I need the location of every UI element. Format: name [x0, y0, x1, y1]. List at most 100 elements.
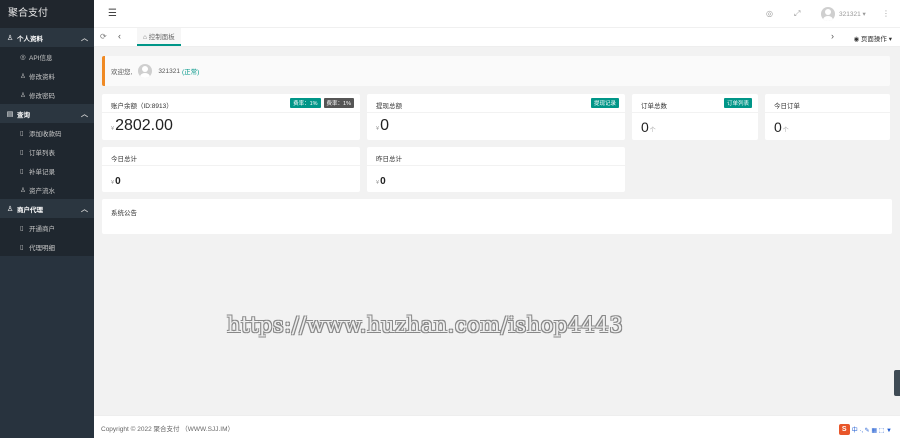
chevron-up-icon: ︿	[81, 110, 88, 118]
theme-icon[interactable]: ◎	[766, 9, 773, 18]
page-operations-dropdown[interactable]: ◉ 页面操作 ▾	[853, 33, 892, 43]
avatar[interactable]	[821, 7, 835, 21]
divider	[102, 165, 360, 166]
card-title: 今日总计	[111, 156, 137, 163]
user-icon: ♙	[20, 91, 26, 99]
divider	[632, 112, 758, 113]
side-panel-handle[interactable]	[894, 370, 900, 396]
currency-symbol: ¥	[376, 180, 380, 186]
sidebar-group-merchant-agent[interactable]: ♙ 商户代理 ︿	[0, 199, 94, 218]
sidebar-item-api-info[interactable]: ◎ API信息	[0, 47, 94, 66]
today-income-value: 0	[115, 176, 121, 187]
more-icon[interactable]: ⋮	[882, 9, 890, 18]
chevron-left-icon[interactable]: ‹	[118, 31, 121, 41]
ime-toolbar[interactable]: S 中 ·, ✎ ▦ ⬚ ▼	[838, 424, 892, 435]
sidebar-item-asset-flow[interactable]: ♙ 资产流水	[0, 180, 94, 199]
file-icon: ▯	[20, 224, 24, 232]
card-title: 订单总数	[641, 103, 667, 110]
order-list-button[interactable]: 订单列表	[723, 98, 752, 108]
divider	[367, 112, 625, 113]
sidebar-group-profile[interactable]: ♙ 个人资料 ︿	[0, 28, 94, 47]
sidebar-group-query[interactable]: ▤ 查询 ︿	[0, 104, 94, 123]
api-icon: ◎	[20, 53, 26, 61]
withdraw-records-button[interactable]: 提现记录	[590, 98, 619, 108]
footer: Copyright © 2022 聚合支付 （WWW.SJJ.IM） S 中 ·…	[94, 415, 900, 438]
avatar	[138, 64, 153, 78]
welcome-greeting: 欢迎您,	[111, 69, 133, 76]
file-icon: ▯	[20, 129, 24, 137]
orders-today-card: 今日订单 0 个	[765, 94, 890, 140]
balance-card: 账户余额（ID:8913） 费率：1% 费率：1% ¥ 2802.00	[102, 94, 360, 140]
sidebar-item-label: 开通商户	[29, 225, 55, 233]
sidebar-item-agent-detail[interactable]: ▯ 代理明细	[0, 237, 94, 256]
sidebar-item-label: 补单记录	[29, 168, 55, 176]
today-income-card: 今日总计 ¥ 0	[102, 147, 360, 192]
orders-total-value: 0	[641, 119, 649, 135]
sidebar: 聚合支付 ♙ 个人资料 ︿ ◎ API信息 ♙ 修改资料 ♙ 修改密码 ▤ 查询 ︿ …	[0, 0, 94, 438]
sidebar-group-label: 个人资料	[17, 35, 43, 43]
withdraw-value: 0	[380, 117, 389, 134]
system-notice-card: 系统公告	[102, 199, 892, 234]
card-title: 今日订单	[774, 103, 800, 110]
orders-total-card: 订单总数 订单列表 0 个	[632, 94, 758, 140]
user-icon: ♙	[6, 34, 14, 42]
sidebar-item-label: 添加收款码	[29, 130, 62, 138]
topbar: ☰ ◎ ⤢ 321321 ▾ ⋮	[94, 0, 900, 28]
ime-logo-icon[interactable]: S	[838, 424, 850, 435]
divider	[765, 112, 890, 113]
user-menu[interactable]: 321321 ▾	[839, 10, 866, 18]
file-icon: ▯	[20, 243, 24, 251]
status-badge: (正常)	[182, 69, 200, 76]
ime-controls[interactable]: 中 ·, ✎ ▦ ⬚ ▼	[852, 425, 892, 434]
sidebar-group-label: 查询	[17, 111, 30, 119]
sidebar-item-label: 代理明细	[29, 244, 55, 252]
unit-label: 个	[649, 128, 656, 134]
divider	[102, 112, 360, 113]
rate-badge: 费率：1%	[323, 98, 354, 108]
fullscreen-icon[interactable]: ⤢	[794, 9, 800, 19]
yesterday-income-card: 昨日总计 ¥ 0	[367, 147, 625, 192]
card-title: 昨日总计	[376, 156, 402, 163]
unit-label: 个	[782, 128, 789, 134]
tab-home[interactable]: ⌂ 控制面板	[137, 28, 181, 46]
user-icon: ♙	[6, 205, 14, 213]
copyright-text: Copyright © 2022 聚合支付 （WWW.SJJ.IM）	[101, 426, 235, 433]
file-icon: ▯	[20, 148, 24, 156]
file-icon: ▯	[20, 167, 24, 175]
currency-symbol: ¥	[376, 126, 380, 132]
welcome-username: 321321	[158, 67, 181, 75]
withdraw-card: 提现总额 提现记录 ¥ 0	[367, 94, 625, 140]
currency-symbol: ¥	[111, 126, 115, 132]
sidebar-item-order-list[interactable]: ▯ 订单列表	[0, 142, 94, 161]
sidebar-item-add-qrcode[interactable]: ▯ 添加收款码	[0, 123, 94, 142]
file-icon: ▤	[6, 110, 14, 118]
user-icon: ♙	[20, 186, 26, 194]
chevron-right-icon[interactable]: ›	[831, 31, 834, 41]
sidebar-item-label: 修改密码	[29, 92, 55, 100]
app-logo[interactable]: 聚合支付	[0, 0, 94, 28]
card-title: 系统公告	[111, 210, 137, 217]
yesterday-income-value: 0	[380, 176, 386, 187]
sidebar-item-label: 修改资料	[29, 73, 55, 81]
menu-toggle-icon[interactable]: ☰	[108, 8, 117, 19]
sidebar-item-supplement-records[interactable]: ▯ 补单记录	[0, 161, 94, 180]
divider	[367, 165, 625, 166]
watermark: https://www.huzhan.com/ishop4443	[227, 313, 624, 337]
balance-value: 2802.00	[115, 117, 173, 134]
sidebar-group-label: 商户代理	[17, 206, 43, 214]
card-title: 账户余额（ID:8913）	[111, 103, 173, 110]
sidebar-item-open-merchant[interactable]: ▯ 开通商户	[0, 218, 94, 237]
sidebar-item-change-password[interactable]: ♙ 修改密码	[0, 85, 94, 104]
refresh-icon[interactable]: ⟳	[100, 32, 107, 41]
user-icon: ♙	[20, 72, 26, 80]
tabs-bar: ⟳ ‹ ⌂ 控制面板 › ◉ 页面操作 ▾	[94, 28, 900, 47]
sidebar-item-label: 资产流水	[29, 187, 55, 195]
sidebar-item-label: API信息	[29, 54, 53, 62]
card-title: 提现总额	[376, 103, 402, 110]
chevron-up-icon: ︿	[81, 34, 88, 42]
sidebar-item-label: 订单列表	[29, 149, 55, 157]
orders-today-value: 0	[774, 119, 782, 135]
currency-symbol: ¥	[111, 180, 115, 186]
sidebar-item-edit-profile[interactable]: ♙ 修改资料	[0, 66, 94, 85]
welcome-banner: 欢迎您, 321321 (正常)	[102, 56, 890, 86]
